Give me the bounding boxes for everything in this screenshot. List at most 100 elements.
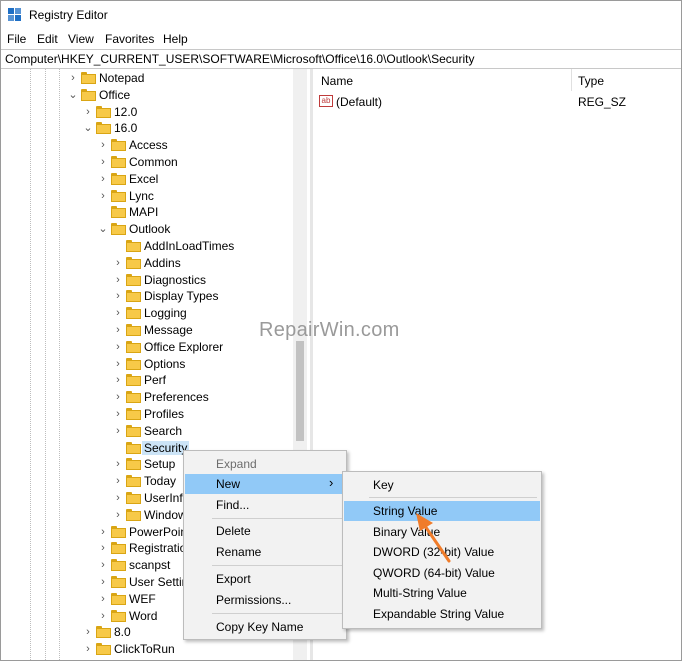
menu-export[interactable]: Export <box>185 569 345 589</box>
folder-icon <box>111 172 126 185</box>
chevron-right-icon[interactable]: › <box>97 559 109 571</box>
chevron-right-icon[interactable]: › <box>82 626 94 638</box>
submenu-string-value[interactable]: String Value <box>344 501 540 521</box>
tree-node-label: Options <box>144 356 186 371</box>
folder-icon <box>126 357 141 370</box>
folder-icon <box>111 559 126 572</box>
chevron-down-icon[interactable]: ⌄ <box>97 223 109 235</box>
menu-expand[interactable]: Expand <box>185 454 345 474</box>
folder-icon <box>126 492 141 504</box>
new-submenu: Key String Value Binary Value DWORD (32-… <box>342 471 542 629</box>
folder-icon <box>126 324 141 336</box>
chevron-right-icon[interactable]: › <box>97 173 109 185</box>
tree-node-label: Office Explorer <box>144 339 224 354</box>
folder-icon <box>111 576 126 588</box>
chevron-right-icon[interactable]: › <box>112 307 124 319</box>
column-header-type[interactable]: Type <box>578 74 604 88</box>
submenu-qword-value[interactable]: QWORD (64-bit) Value <box>344 563 540 583</box>
menu-rename[interactable]: Rename <box>185 542 345 562</box>
registry-editor-icon <box>8 8 22 22</box>
folder-icon <box>81 72 96 84</box>
chevron-right-icon[interactable]: › <box>82 106 94 118</box>
chevron-right-icon[interactable]: › <box>112 358 124 370</box>
menu-favorites[interactable]: Favorites <box>105 32 154 46</box>
watermark: RepairWin.com <box>259 319 400 341</box>
chevron-right-icon[interactable]: › <box>112 509 124 521</box>
chevron-right-icon[interactable]: › <box>97 190 109 202</box>
menu-delete[interactable]: Delete <box>185 521 345 541</box>
tree-node-label: WEF <box>129 591 156 606</box>
menu-new[interactable]: New › <box>185 474 345 494</box>
chevron-right-icon[interactable]: › <box>112 458 124 470</box>
folder-icon <box>126 408 141 420</box>
submenu-dword-value[interactable]: DWORD (32-bit) Value <box>344 542 540 562</box>
chevron-right-icon[interactable]: › <box>97 576 109 588</box>
chevron-right-icon[interactable]: › <box>112 374 124 386</box>
chevron-right-icon[interactable]: › <box>112 341 124 353</box>
folder-icon <box>126 340 141 353</box>
folder-icon <box>111 609 126 622</box>
folder-icon <box>111 542 126 555</box>
chevron-right-icon[interactable]: › <box>97 542 109 554</box>
chevron-right-icon[interactable]: › <box>112 324 124 336</box>
menu-permissions[interactable]: Permissions... <box>185 590 345 610</box>
chevron-right-icon[interactable]: › <box>112 475 124 487</box>
chevron-right-icon[interactable]: › <box>112 492 124 504</box>
tree-node-label: Access <box>129 138 168 153</box>
tree-node-label: Logging <box>144 306 187 321</box>
folder-icon <box>111 525 126 538</box>
folder-icon <box>126 240 141 252</box>
chevron-right-icon[interactable]: › <box>112 425 124 437</box>
value-row[interactable]: ab (Default) REG_SZ <box>319 94 679 110</box>
chevron-right-icon[interactable]: › <box>97 610 109 622</box>
chevron-right-icon: › <box>329 475 334 490</box>
column-header-name[interactable]: Name <box>321 74 353 88</box>
folder-icon <box>111 156 126 168</box>
menu-help[interactable]: Help <box>163 32 188 46</box>
submenu-multi-string-value[interactable]: Multi-String Value <box>344 583 540 603</box>
chevron-right-icon[interactable]: › <box>97 139 109 151</box>
tree-scroll-thumb[interactable] <box>296 341 304 441</box>
menu-copy-key-name[interactable]: Copy Key Name <box>185 617 345 637</box>
tree-node-label: Display Types <box>144 289 219 304</box>
tree-node-label: ClickToRun <box>114 642 175 657</box>
tree-node-label: Notepad <box>99 71 145 85</box>
tree-node-label: 8.0 <box>114 625 131 640</box>
chevron-down-icon[interactable]: ⌄ <box>82 122 94 134</box>
folder-icon <box>96 643 111 656</box>
chevron-right-icon[interactable]: › <box>112 290 124 302</box>
chevron-down-icon[interactable]: ⌄ <box>67 89 79 101</box>
submenu-expandable-string-value[interactable]: Expandable String Value <box>344 604 540 624</box>
tree-node-label: Message <box>144 323 193 337</box>
menu-file[interactable]: File <box>7 32 26 46</box>
chevron-right-icon[interactable]: › <box>97 593 109 605</box>
tree-node-label: Today <box>144 474 177 489</box>
folder-icon <box>126 475 141 488</box>
chevron-right-icon[interactable]: › <box>82 643 94 655</box>
chevron-right-icon[interactable]: › <box>112 391 124 403</box>
submenu-key[interactable]: Key <box>344 475 540 495</box>
tree-node-label: Profiles <box>144 407 185 421</box>
value-type: REG_SZ <box>578 95 627 109</box>
address-bar[interactable]: Computer\HKEY_CURRENT_USER\SOFTWARE\Micr… <box>1 49 681 69</box>
folder-icon <box>126 441 141 454</box>
address-path[interactable]: Computer\HKEY_CURRENT_USER\SOFTWARE\Micr… <box>5 52 474 66</box>
registry-editor-window: Registry Editor File Edit View Favorites… <box>0 0 682 661</box>
menu-find[interactable]: Find... <box>185 495 345 515</box>
submenu-binary-value[interactable]: Binary Value <box>344 522 540 542</box>
chevron-right-icon[interactable]: › <box>112 257 124 269</box>
chevron-right-icon[interactable]: › <box>97 526 109 538</box>
folder-icon <box>96 122 111 135</box>
chevron-right-icon[interactable]: › <box>97 156 109 168</box>
folder-icon <box>111 206 126 219</box>
chevron-right-icon[interactable]: › <box>67 72 79 84</box>
folder-icon <box>126 458 141 471</box>
tree-node-label: Preferences <box>144 390 209 405</box>
menu-view[interactable]: View <box>68 32 94 46</box>
tree-node-label: Search <box>144 423 183 438</box>
menu-edit[interactable]: Edit <box>37 32 58 46</box>
tree-node-label: Office <box>99 87 131 102</box>
chevron-right-icon[interactable]: › <box>112 274 124 286</box>
tree-node-label: Addins <box>144 255 181 270</box>
chevron-right-icon[interactable]: › <box>112 408 124 420</box>
